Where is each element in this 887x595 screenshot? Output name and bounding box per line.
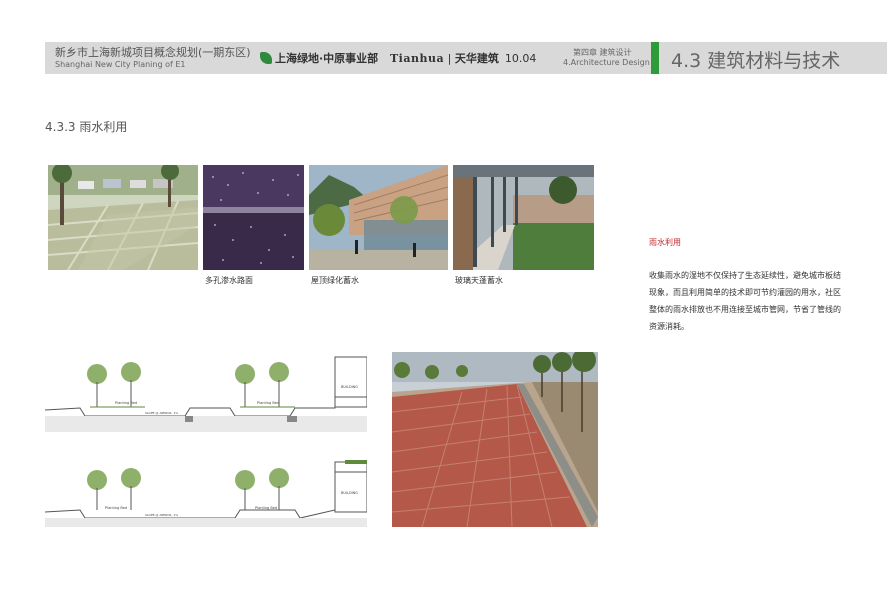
greenland-logo: 上海绿地·中原事业部 <box>260 50 378 66</box>
label-planting-bed-4: Planting Bed <box>255 506 277 510</box>
chapter-label: 第四章 建筑设计 <box>573 48 632 57</box>
photo-glass-canopy <box>453 165 594 270</box>
photo-grass-pavers <box>48 165 198 270</box>
sidebar-title: 雨水利用 <box>649 238 681 247</box>
issue-date: 10.04 <box>504 52 537 65</box>
label-building-1: BUILDING <box>341 385 358 389</box>
leaf-icon <box>260 52 272 64</box>
caption-glass-canopy: 玻璃天蓬蓄水 <box>455 276 503 285</box>
photo-porous-pavement <box>203 165 304 270</box>
accent-bar <box>651 42 659 74</box>
chapter-label-en: 4.Architecture Design <box>563 58 650 67</box>
project-title: 新乡市上海新城项目概念规划(一期东区) <box>55 46 251 59</box>
photo-brick-pavement <box>392 352 598 527</box>
label-slope-1: SLOPE @ APPROX. 1% <box>145 411 178 415</box>
label-planting-bed-2: Planting Bed <box>257 401 279 405</box>
caption-green-roof: 屋顶绿化蓄水 <box>311 276 359 285</box>
label-planting-bed-1: Planting Bed <box>115 401 137 405</box>
section-diagrams: Planting Bed Planting Bed Planting Bed P… <box>45 352 367 527</box>
sidebar-body: 收集雨水的湿地不仅保持了生态延续性，避免城市板结现象，而且利用简单的技术即可节约… <box>649 271 841 331</box>
subsection-heading: 4.3.3 雨水利用 <box>45 120 128 134</box>
project-title-en: Shanghai New City Planing of E1 <box>55 60 186 69</box>
tianhua-logo: Tianhua | 天华建筑 10.04 <box>390 52 537 65</box>
section-title: 4.3 建筑材料与技术 <box>671 50 841 72</box>
caption-porous-pavement: 多孔渗水路面 <box>205 276 253 285</box>
header-bar: 新乡市上海新城项目概念规划(一期东区) Shanghai New City Pl… <box>45 42 887 74</box>
label-building-2: BUILDING <box>341 491 358 495</box>
label-planting-bed-3: Planting Bed <box>105 506 127 510</box>
photo-green-roof <box>309 165 448 270</box>
label-slope-2: SLOPE @ APPROX. 1% <box>145 513 178 517</box>
